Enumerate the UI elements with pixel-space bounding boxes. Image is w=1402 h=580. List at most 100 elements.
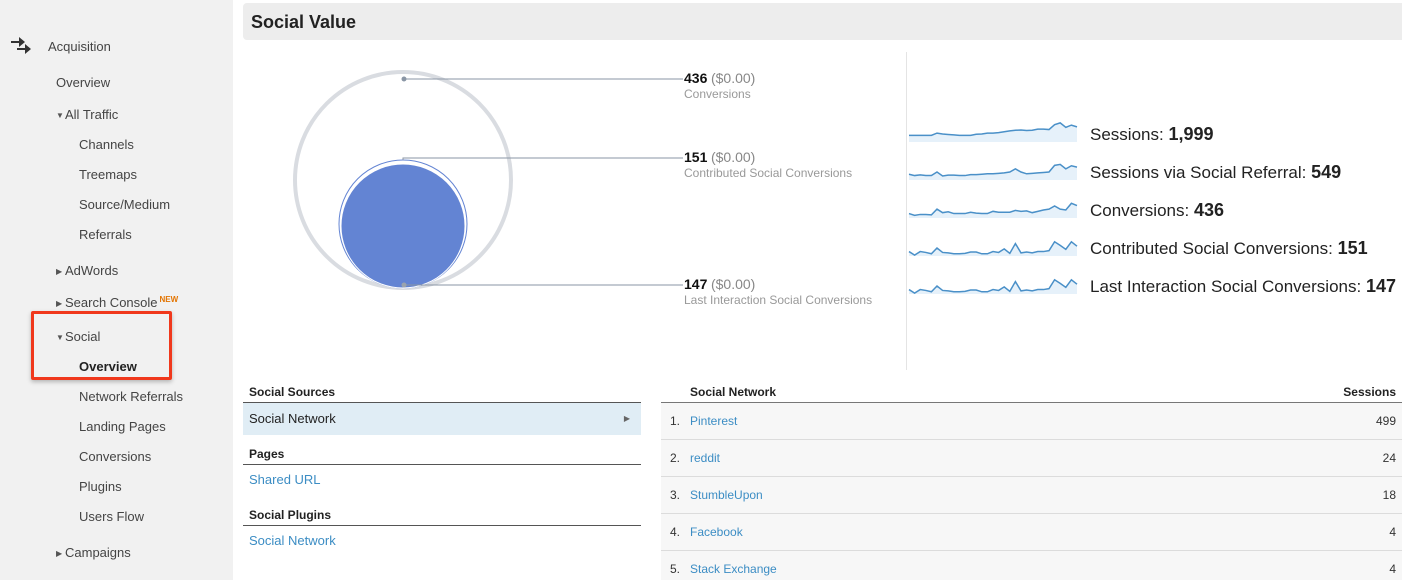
triangle-down-icon: ▼ xyxy=(56,111,64,120)
sessions-value: 24 xyxy=(1382,451,1396,465)
sidebar-item-landing-pages[interactable]: Landing Pages xyxy=(79,419,166,434)
contributed-conversions-label: 151 ($0.00) Contributed Social Conversio… xyxy=(684,149,852,180)
bubble-chart-svg xyxy=(293,70,683,290)
contributed-sparkline xyxy=(908,240,1078,256)
triangle-down-icon: ▼ xyxy=(56,333,64,342)
sidebar-item-adwords[interactable]: ▶ AdWords xyxy=(56,263,118,278)
table-row: 3. StumbleUpon 18 xyxy=(661,477,1402,514)
pages-heading: Pages xyxy=(243,444,641,465)
row-index: 1. xyxy=(670,414,681,428)
metric-text: Contributed Social Conversions: 151 xyxy=(1090,238,1368,259)
last-interaction-conversions-circle xyxy=(340,163,466,289)
triangle-right-icon: ▶ xyxy=(56,299,63,308)
sidebar-item-label: AdWords xyxy=(65,263,119,278)
sidebar-item-overview[interactable]: Overview xyxy=(56,75,110,90)
contributed-count: 151 xyxy=(684,149,708,165)
social-sources-heading: Social Sources xyxy=(243,382,641,403)
metric-sessions-social-referral: Sessions via Social Referral: 549 xyxy=(908,156,1402,194)
sidebar-item-label: Treemaps xyxy=(79,167,138,182)
metric-text: Conversions: 436 xyxy=(1090,200,1224,221)
shared-url-link[interactable]: Shared URL xyxy=(243,465,641,494)
page-title: Social Value xyxy=(251,12,357,32)
conversions-sparkline xyxy=(908,202,1078,218)
table-row: 4. Facebook 4 xyxy=(661,514,1402,551)
network-link[interactable]: Facebook xyxy=(690,525,743,539)
social-network-source-row[interactable]: Social Network ▶ xyxy=(243,403,641,435)
conversions-bubble-chart: 436 ($0.00) Conversions 151 ($0.00) Cont… xyxy=(243,40,903,370)
sessions-value: 4 xyxy=(1389,562,1396,576)
conversions-value: ($0.00) xyxy=(710,70,756,86)
metric-value: 1,999 xyxy=(1168,124,1214,144)
row-index: 3. xyxy=(670,488,681,502)
contributed-leader-line xyxy=(402,157,683,160)
sidebar-item-social-overview[interactable]: Overview xyxy=(79,359,137,374)
sidebar-item-social[interactable]: ▼Social xyxy=(56,329,100,344)
title-bar: Social Value xyxy=(243,3,1402,40)
sidebar-item-label: Landing Pages xyxy=(79,419,166,434)
sidebar-item-label: Source/Medium xyxy=(79,197,171,212)
row-index: 5. xyxy=(670,562,681,576)
last-interaction-caption: Last Interaction Social Conversions xyxy=(684,293,873,307)
sidebar-section-label: Acquisition xyxy=(48,38,111,54)
sparkline-area xyxy=(909,241,1077,256)
sessions-value: 499 xyxy=(1375,414,1396,428)
network-link[interactable]: Stack Exchange xyxy=(690,562,777,576)
last-interaction-sparkline xyxy=(908,278,1078,294)
sidebar-item-channels[interactable]: Channels xyxy=(79,137,134,152)
last-interaction-count: 147 xyxy=(684,276,708,292)
conversions-count: 436 xyxy=(684,70,708,86)
sidebar-item-campaigns[interactable]: ▶ Campaigns xyxy=(56,545,131,560)
sidebar-item-conversions[interactable]: Conversions xyxy=(79,449,151,464)
metric-contributed-social-conversions: Contributed Social Conversions: 151 xyxy=(908,232,1402,270)
source-label: Social Network xyxy=(249,411,336,426)
sidebar-item-users-flow[interactable]: Users Flow xyxy=(79,509,144,524)
network-link[interactable]: Pinterest xyxy=(690,414,737,428)
metric-text: Sessions: 1,999 xyxy=(1090,124,1213,145)
last-interaction-value: ($0.00) xyxy=(710,276,756,292)
row-index: 4. xyxy=(670,525,681,539)
conversions-label: 436 ($0.00) Conversions xyxy=(684,70,755,101)
sparkline-area xyxy=(909,164,1077,180)
sidebar-item-label: Campaigns xyxy=(65,545,131,560)
acquisition-arrows-icon xyxy=(11,37,31,54)
table-row: 5. Stack Exchange 4 xyxy=(661,551,1402,580)
metric-label: Conversions: xyxy=(1090,201,1190,220)
sidebar-item-label: Network Referrals xyxy=(79,389,184,404)
sidebar-item-label: Channels xyxy=(79,137,134,152)
sidebar-item-source-medium[interactable]: Source/Medium xyxy=(79,197,170,212)
vertical-divider xyxy=(906,52,907,370)
metric-last-interaction-social-conversions: Last Interaction Social Conversions: 147 xyxy=(908,270,1402,308)
metric-value: 549 xyxy=(1311,162,1342,182)
sparkline-area xyxy=(909,279,1077,294)
metric-value: 436 xyxy=(1193,200,1224,220)
row-index: 2. xyxy=(670,451,681,465)
sidebar-section-acquisition[interactable]: Acquisition xyxy=(10,35,111,57)
social-referral-sparkline xyxy=(908,163,1078,180)
table-header: Social Network Sessions xyxy=(661,382,1402,403)
network-link[interactable]: reddit xyxy=(690,451,720,465)
sidebar-item-search-console[interactable]: ▶ Search Console NEW xyxy=(56,295,178,310)
sidebar-item-treemaps[interactable]: Treemaps xyxy=(79,167,137,182)
sidebar-item-referrals[interactable]: Referrals xyxy=(79,227,132,242)
conversions-caption: Conversions xyxy=(684,87,751,101)
contributed-caption: Contributed Social Conversions xyxy=(684,166,853,180)
new-badge: NEW xyxy=(159,295,179,304)
sidebar-item-label: Plugins xyxy=(79,479,122,494)
social-plugins-network-link[interactable]: Social Network xyxy=(243,526,641,555)
metric-conversions: Conversions: 436 xyxy=(908,194,1402,232)
column-header-sessions: Sessions xyxy=(1343,385,1396,399)
sidebar: Acquisition Overview ▼All Traffic Channe… xyxy=(0,0,233,580)
sidebar-item-network-referrals[interactable]: Network Referrals xyxy=(79,389,183,404)
metric-label: Last Interaction Social Conversions: xyxy=(1090,277,1362,296)
triangle-right-icon: ▶ xyxy=(56,267,63,276)
sidebar-item-plugins[interactable]: Plugins xyxy=(79,479,122,494)
metric-sessions: Sessions: 1,999 xyxy=(908,118,1402,156)
network-link[interactable]: StumbleUpon xyxy=(690,488,763,502)
metric-value: 151 xyxy=(1337,238,1368,258)
sessions-value: 4 xyxy=(1389,525,1396,539)
sidebar-item-label: Users Flow xyxy=(79,509,145,524)
sidebar-item-all-traffic[interactable]: ▼All Traffic xyxy=(56,107,118,122)
sidebar-item-label: Social xyxy=(65,329,101,344)
metric-label: Contributed Social Conversions: xyxy=(1090,239,1333,258)
sidebar-item-label: All Traffic xyxy=(65,107,119,122)
